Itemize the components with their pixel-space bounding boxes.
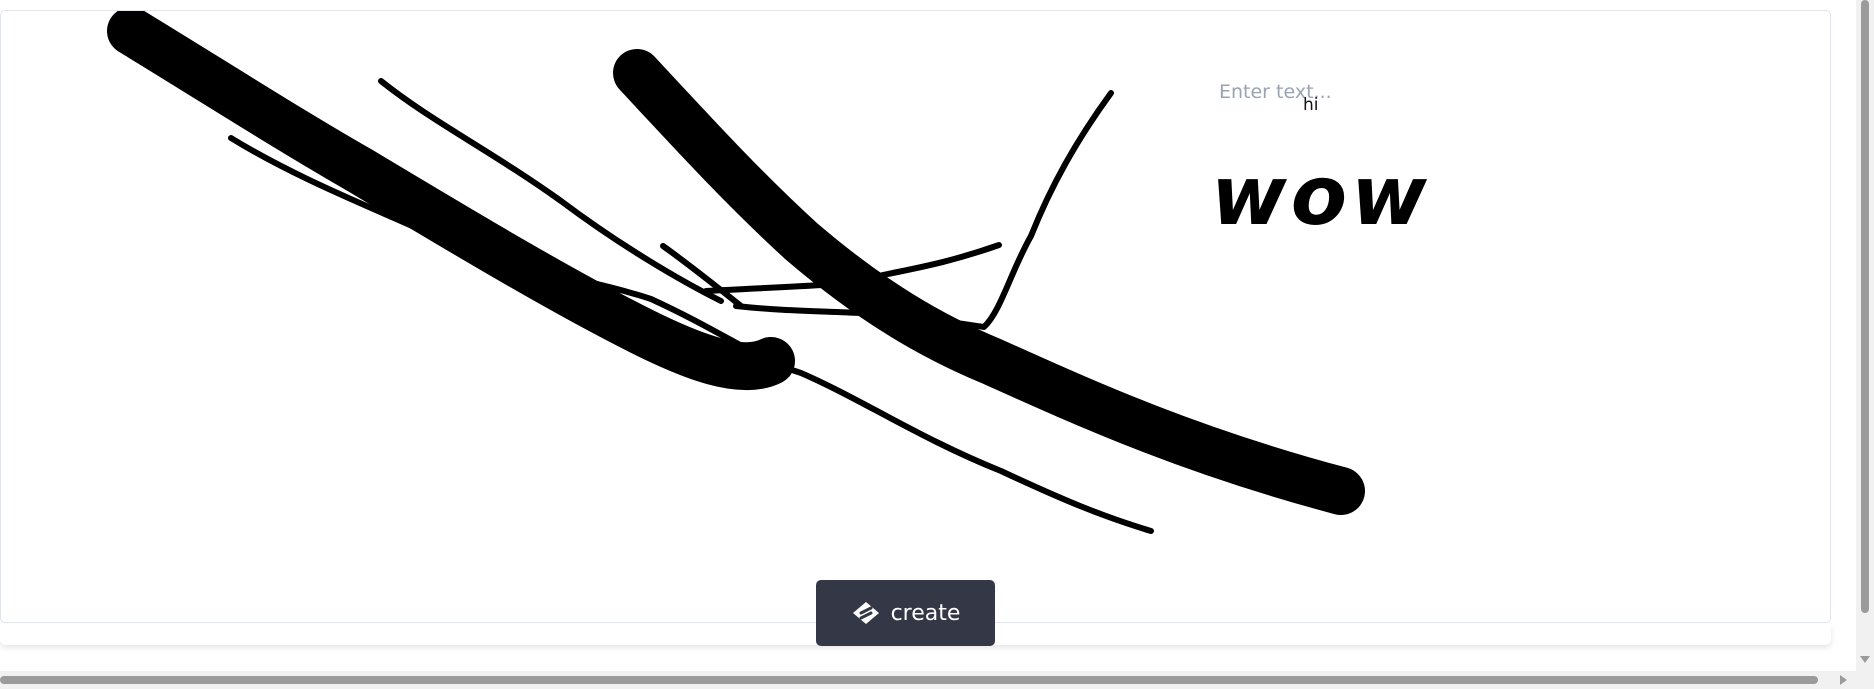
canvas-text-input[interactable] bbox=[1219, 81, 1439, 103]
vertical-scrollbar-thumb[interactable] bbox=[1861, 0, 1869, 613]
scroll-down-arrow-icon[interactable] bbox=[1860, 656, 1870, 663]
drawing-strokes[interactable] bbox=[1, 11, 1831, 623]
create-button[interactable]: create bbox=[816, 580, 995, 646]
canvas-text-hi[interactable]: hi bbox=[1303, 95, 1319, 115]
logo-icon bbox=[852, 602, 879, 624]
drawing-canvas[interactable]: hi wow bbox=[0, 10, 1831, 623]
horizontal-scrollbar-thumb[interactable] bbox=[0, 676, 1818, 684]
horizontal-scrollbar[interactable] bbox=[0, 671, 1856, 689]
stroke-thick-2 bbox=[613, 49, 1365, 515]
scroll-right-arrow-icon[interactable] bbox=[1840, 675, 1847, 685]
canvas-text-wow[interactable]: wow bbox=[1211, 156, 1431, 238]
create-button-label: create bbox=[890, 600, 961, 626]
page: hi wow create bbox=[0, 0, 1874, 689]
vertical-scrollbar[interactable] bbox=[1856, 0, 1874, 689]
